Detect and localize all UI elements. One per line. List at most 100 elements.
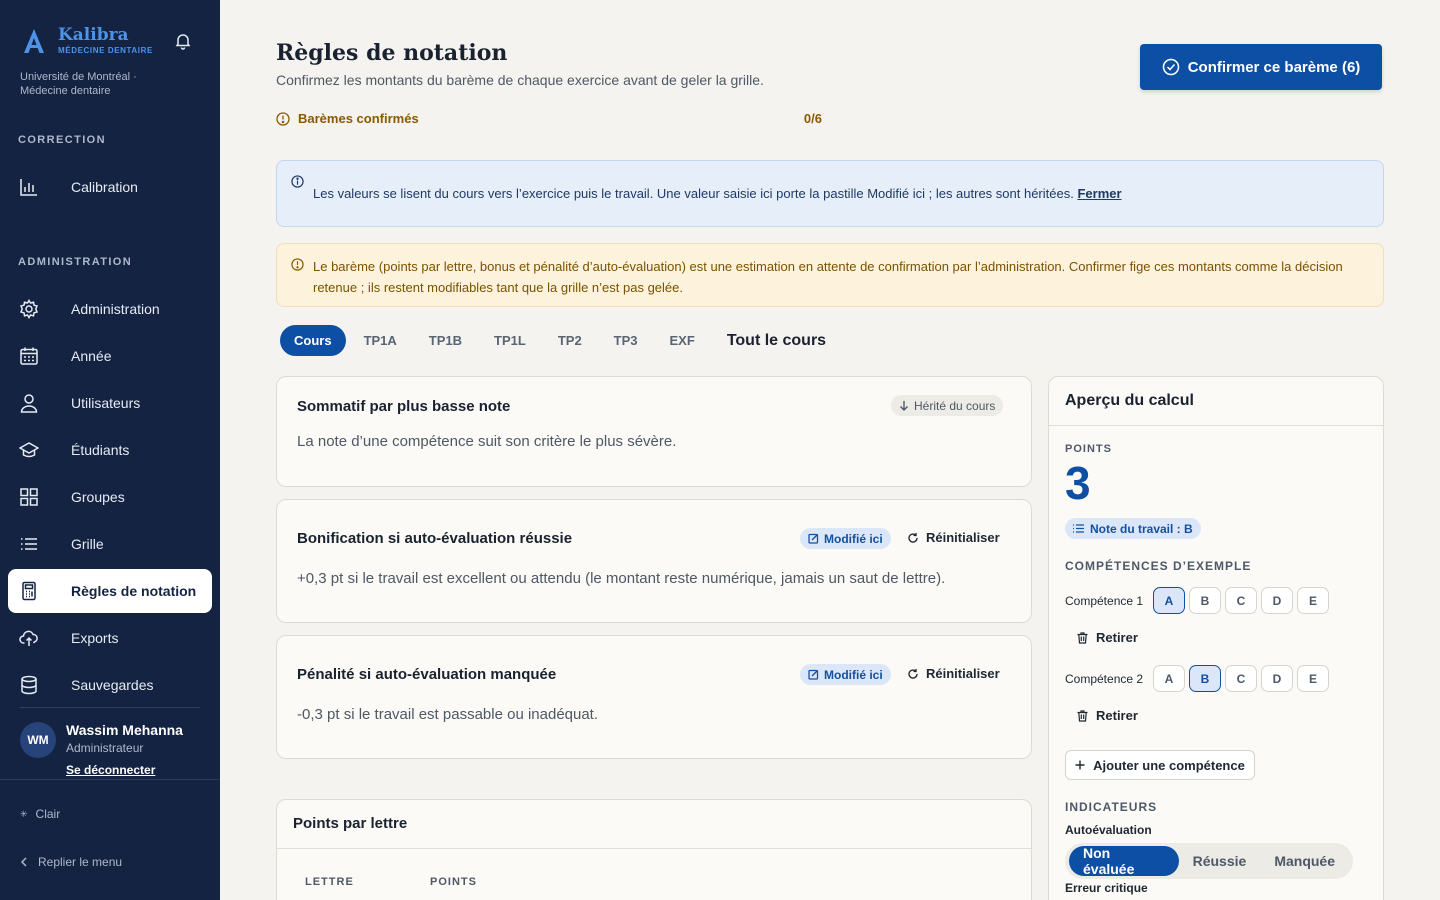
gear-icon — [19, 299, 39, 319]
plus-icon — [1075, 760, 1085, 770]
arrow-down-icon — [900, 401, 908, 411]
modified-badge-label: Modifié ici — [824, 531, 883, 546]
autoeval-option-manquee[interactable]: Manquée — [1260, 846, 1349, 876]
sidebar-item-grille[interactable]: Grille — [8, 522, 212, 566]
modified-badge: Modifié ici — [800, 528, 891, 549]
warning-banner: Le barème (points par lettre, bonus et p… — [276, 243, 1384, 307]
bar-chart-icon — [20, 179, 37, 196]
trash-icon — [1077, 631, 1088, 644]
competence-label: Compétence 2 — [1065, 672, 1144, 686]
add-competence-label: Ajouter une compétence — [1093, 757, 1245, 773]
info-text-block: Les valeurs se lisent du cours vers l’ex… — [313, 186, 1122, 201]
edit-icon — [808, 533, 819, 544]
points-label: POINTS — [1065, 443, 1112, 455]
sidebar-divider — [20, 707, 200, 708]
progress-count: 0/6 — [803, 111, 822, 126]
remove-label: Retirer — [1096, 708, 1138, 723]
scope-tabs: Cours TP1A TP1B TP1L TP2 TP3 EXF Tout le… — [280, 325, 844, 356]
grade-badge-label: Note du travail : B — [1090, 521, 1193, 536]
graduation-cap-icon — [19, 442, 39, 458]
alert-circle-icon — [291, 258, 304, 271]
reset-button[interactable]: Réinitialiser — [907, 666, 1000, 681]
preview-title: Aperçu du calcul — [1065, 392, 1194, 409]
add-competence-button[interactable]: Ajouter une compétence — [1065, 750, 1255, 780]
sidebar-item-utilisateurs[interactable]: Utilisateurs — [8, 381, 212, 425]
theme-label: Clair — [35, 807, 61, 821]
bell-icon[interactable] — [174, 32, 192, 50]
letter-e-button[interactable]: E — [1297, 587, 1329, 614]
section-administration: ADMINISTRATION — [18, 256, 133, 268]
confirm-bareme-button[interactable]: Confirmer ce barème (6) — [1140, 44, 1382, 90]
sidebar-item-etudiants[interactable]: Étudiants — [8, 428, 212, 472]
sidebar-item-administration[interactable]: Administration — [8, 287, 212, 331]
letter-d-button[interactable]: D — [1261, 665, 1293, 692]
tab-cours[interactable]: Cours — [280, 325, 346, 356]
refresh-icon — [908, 532, 918, 543]
tab-tp2[interactable]: TP2 — [544, 325, 596, 356]
sun-icon: ✳ — [20, 808, 28, 819]
university-label: Université de Montréal · Médecine dentai… — [20, 71, 137, 97]
card-title: Pénalité si auto-évaluation manquée — [297, 666, 557, 683]
sidebar-item-calibration[interactable]: Calibration — [8, 165, 212, 209]
sidebar-item-label: Étudiants — [71, 442, 130, 458]
reset-button[interactable]: Réinitialiser — [907, 530, 1000, 545]
letter-b-button[interactable]: B — [1189, 587, 1221, 614]
collapse-menu-button[interactable]: Replier le menu — [20, 855, 122, 869]
brand-name: Kalibra — [58, 25, 129, 45]
theme-toggle[interactable]: ✳ Clair — [20, 807, 60, 821]
letter-a-button[interactable]: A — [1153, 665, 1185, 692]
col-header-points: POINTS — [430, 876, 477, 888]
edit-icon — [808, 669, 819, 680]
info-text: Les valeurs se lisent du cours vers l’ex… — [313, 186, 1074, 201]
tab-tp1l[interactable]: TP1L — [480, 325, 540, 356]
letter-c-button[interactable]: C — [1225, 665, 1257, 692]
examples-label: COMPÉTENCES D’EXEMPLE — [1065, 559, 1252, 573]
brand-subtitle: MÉDECINE DENTAIRE — [58, 46, 153, 55]
remove-competence-button[interactable]: Retirer — [1077, 630, 1138, 645]
remove-label: Retirer — [1096, 630, 1138, 645]
letter-c-button[interactable]: C — [1225, 587, 1257, 614]
sidebar-item-sauvegardes[interactable]: Sauvegardes — [8, 663, 212, 707]
tab-tp3[interactable]: TP3 — [600, 325, 652, 356]
sidebar-item-label: Utilisateurs — [71, 395, 141, 411]
letter-d-button[interactable]: D — [1261, 587, 1293, 614]
sidebar-item-label: Année — [71, 348, 112, 364]
autoeval-option-reussie[interactable]: Réussie — [1179, 846, 1261, 876]
tab-tout-le-cours[interactable]: Tout le cours — [713, 325, 840, 356]
sidebar-item-groupes[interactable]: Groupes — [8, 475, 212, 519]
competence-label: Compétence 1 — [1065, 594, 1144, 608]
tab-tp1a[interactable]: TP1A — [350, 325, 411, 356]
sidebar-item-exports[interactable]: Exports — [8, 616, 212, 660]
avatar[interactable]: WM — [20, 722, 56, 758]
letter-e-button[interactable]: E — [1297, 665, 1329, 692]
letter-a-button[interactable]: A — [1153, 587, 1185, 614]
calendar-icon — [20, 347, 38, 365]
logout-link[interactable]: Se déconnecter — [66, 763, 155, 777]
card-title: Sommatif par plus basse note — [297, 398, 511, 415]
brand[interactable]: Kalibra MÉDECINE DENTAIRE — [20, 26, 153, 55]
tab-exf[interactable]: EXF — [656, 325, 709, 356]
sidebar-item-label: Sauvegardes — [71, 677, 154, 693]
tab-tp1b[interactable]: TP1B — [415, 325, 476, 356]
kalibra-logo-icon — [24, 28, 44, 53]
trash-icon — [1077, 709, 1088, 722]
info-close-link[interactable]: Fermer — [1077, 186, 1121, 201]
remove-competence-button[interactable]: Retirer — [1077, 708, 1138, 723]
critical-error-label: Erreur critique — [1065, 881, 1148, 895]
sidebar-item-annee[interactable]: Année — [8, 334, 212, 378]
letter-b-button[interactable]: B — [1189, 665, 1221, 692]
calculator-icon — [22, 581, 36, 601]
inherited-badge: Hérité du cours — [891, 395, 1004, 416]
list-icon — [21, 538, 37, 550]
reset-label: Réinitialiser — [926, 666, 1000, 681]
indicators-label: INDICATEURS — [1065, 800, 1158, 814]
check-circle-icon — [1162, 58, 1179, 76]
rule-card-penalty: Pénalité si auto-évaluation manquée Modi… — [276, 635, 1032, 759]
sidebar-item-regles-de-notation[interactable]: Règles de notation — [8, 569, 212, 613]
progress-label: Barèmes confirmés — [298, 111, 419, 126]
autoeval-option-non-evaluee[interactable]: Non évaluée — [1069, 845, 1179, 877]
cloud-upload-icon — [19, 630, 38, 646]
autoeval-segmented-control: Non évaluée Réussie Manquée — [1065, 843, 1353, 879]
refresh-icon — [908, 668, 918, 679]
modified-badge-label: Modifié ici — [824, 667, 883, 682]
